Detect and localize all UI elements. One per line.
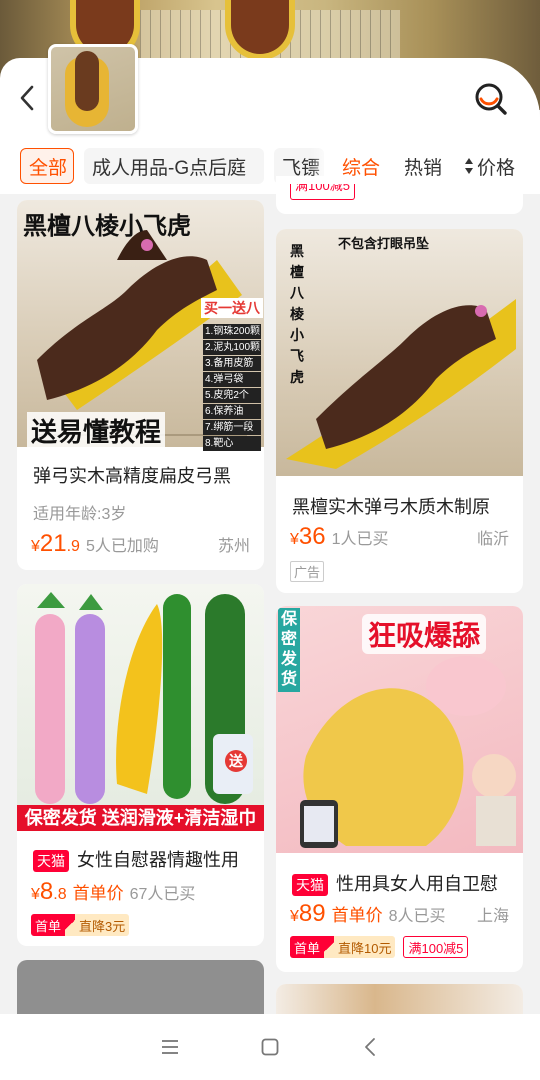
price-int: 8 xyxy=(39,878,54,905)
coupon-value: 直降3元 xyxy=(75,914,130,936)
price-int: 21 xyxy=(39,530,67,557)
home-button[interactable] xyxy=(250,1027,290,1067)
back-triangle-icon xyxy=(365,1038,375,1056)
product-title-text: 女性自慰器情趣性用 xyxy=(77,850,239,870)
price: ¥8.8 xyxy=(31,878,67,906)
first-order-coupon: 首单 直降10元 xyxy=(290,936,396,958)
thumbnail-shape xyxy=(75,51,99,111)
slingshot-illustration xyxy=(286,299,516,469)
image-overlay-bottom: 送易懂教程 xyxy=(27,412,166,449)
glass-toys-illustration xyxy=(35,592,253,804)
product-title: 黑檀实木弹弓木质木制原 xyxy=(292,497,490,517)
price-row: ¥8.8 首单价 67人已买 xyxy=(31,878,250,906)
product-title: 弹弓实木高精度扁皮弓黑 xyxy=(33,466,231,486)
price-row: ¥89 首单价 8人已买 上海 xyxy=(290,900,509,928)
image-search-button[interactable] xyxy=(472,80,510,118)
image-overlay-badge: 送 xyxy=(225,750,247,772)
price-row: ¥21.9 5人已加购 苏州 xyxy=(31,530,250,558)
coupon-label: 首单 xyxy=(290,936,325,958)
price: ¥36 xyxy=(290,523,326,551)
recent-apps-button[interactable] xyxy=(150,1027,190,1067)
overlay-list-item: 3.备用皮筋 xyxy=(203,356,261,371)
first-order-coupon: 首单 直降3元 xyxy=(31,914,130,936)
overlay-list-item: 8.靶心 xyxy=(203,436,261,451)
price: ¥89 xyxy=(290,900,326,928)
location: 苏州 xyxy=(217,538,250,555)
system-navbar xyxy=(0,1014,540,1080)
image-overlay-list: 1.钢珠200颗 2.泥丸100颗 3.备用皮筋 4.弹弓袋 5.皮兜2个 6.… xyxy=(203,324,261,451)
back-chevron-icon xyxy=(20,85,34,111)
image-overlay-title: 黑檀八棱小飞虎 xyxy=(23,213,191,240)
first-price-label: 首单价 xyxy=(331,906,383,925)
image-overlay-side: 保密发货 xyxy=(278,608,300,692)
back-button[interactable] xyxy=(12,80,42,116)
image-overlay-title: 狂吸爆舔 xyxy=(362,614,487,654)
product-card[interactable]: 不包含打眼吊坠 黑檀八棱小飞虎 黑檀实木弹弓木质木制原 ¥36 1人已买 临沂 … xyxy=(276,229,523,593)
system-back-button[interactable] xyxy=(350,1027,390,1067)
coupon-partial: 满100减5 xyxy=(290,184,355,200)
product-card[interactable]: 保密发货 狂吸爆舔 天猫 性用具女人用自卫慰 ¥89 首单价 8人已买 上海 首单… xyxy=(276,606,523,972)
sold-count: 67人已买 xyxy=(129,886,196,903)
coupon-label: 首单 xyxy=(31,914,66,936)
price-int: 89 xyxy=(298,900,326,927)
product-image: 送 保密发货 送润滑液+清洁湿巾 xyxy=(17,584,264,831)
price-dec: .9 xyxy=(66,538,80,555)
image-overlay-side: 黑檀八棱小飞虎 xyxy=(290,243,304,385)
product-card[interactable]: 黑檀八棱小飞虎 买一送八 1.钢珠200颗 2.泥丸100颗 3.备用皮筋 4.… xyxy=(17,200,264,570)
header: 全部 成人用品-G点后庭 飞镖 综合 热销 价格 xyxy=(0,44,540,194)
search-image-thumbnail[interactable] xyxy=(48,44,138,134)
price-symbol: ¥ xyxy=(31,886,40,903)
product-card-partial[interactable]: 满100减5 xyxy=(276,176,523,214)
product-title: 天猫 性用具女人用自卫慰 xyxy=(292,870,517,897)
image-overlay-badge: 买一送八 xyxy=(201,298,263,318)
product-card[interactable]: 送 保密发货 送润滑液+清洁湿巾 天猫 女性自慰器情趣性用 ¥8.8 首单价 67… xyxy=(17,584,264,946)
product-title: 天猫 女性自慰器情趣性用 xyxy=(33,846,258,873)
product-age: 适用年龄:3岁 xyxy=(33,506,127,523)
screen: 全部 成人用品-G点后庭 飞镖 综合 热销 价格 满100减5 黑檀八棱小飞虎 xyxy=(0,0,540,1080)
overlay-list-item: 1.钢珠200颗 xyxy=(203,324,261,339)
location: 临沂 xyxy=(476,531,509,548)
image-overlay-bottom: 保密发货 送润滑液+清洁湿巾 xyxy=(17,805,264,831)
price-symbol: ¥ xyxy=(31,538,40,555)
chip-all[interactable]: 全部 xyxy=(20,148,74,184)
search-lens-icon xyxy=(475,83,507,115)
price: ¥21.9 xyxy=(31,530,80,558)
ad-tag: 广告 xyxy=(290,561,325,582)
tmall-badge: 天猫 xyxy=(33,850,69,873)
overlay-list-item: 5.皮兜2个 xyxy=(203,388,261,403)
menu-icon xyxy=(162,1040,178,1054)
price-dec: .8 xyxy=(53,886,67,903)
location: 上海 xyxy=(476,908,509,925)
sold-count: 1人已买 xyxy=(331,531,389,548)
product-image: 黑檀八棱小飞虎 买一送八 1.钢珠200颗 2.泥丸100颗 3.备用皮筋 4.… xyxy=(17,200,264,451)
sort-arrows-icon xyxy=(464,157,474,175)
product-image: 保密发货 狂吸爆舔 xyxy=(276,606,523,853)
price-symbol: ¥ xyxy=(290,531,299,548)
bolt-icon xyxy=(65,914,76,936)
product-image: 不包含打眼吊坠 黑檀八棱小飞虎 xyxy=(276,229,523,476)
coupon-row: 首单 直降3元 xyxy=(31,914,130,936)
bolt-icon xyxy=(324,936,335,958)
overlay-list-item: 2.泥丸100颗 xyxy=(203,340,261,355)
sold-count: 5人已加购 xyxy=(85,538,159,555)
first-price-label: 首单价 xyxy=(72,884,124,903)
overlay-list-item: 4.弹弓袋 xyxy=(203,372,261,387)
price-int: 36 xyxy=(298,523,326,550)
overlay-list-item: 6.保养油 xyxy=(203,404,261,419)
overlay-list-item: 7.绑筋一段 xyxy=(203,420,261,435)
tmall-badge: 天猫 xyxy=(292,874,328,897)
price-row: ¥36 1人已买 临沂 xyxy=(290,523,509,551)
coupon-row: 首单 直降10元 满100减5 xyxy=(290,936,469,958)
product-title-text: 性用具女人用自卫慰 xyxy=(336,874,498,894)
chip-category[interactable]: 成人用品-G点后庭 xyxy=(84,148,264,184)
sold-count: 8人已买 xyxy=(388,908,446,925)
home-square-icon xyxy=(261,1038,279,1056)
coupon-value: 直降10元 xyxy=(334,936,396,958)
price-symbol: ¥ xyxy=(290,908,299,925)
image-overlay-top: 不包含打眼吊坠 xyxy=(338,236,430,251)
discount-coupon: 满100减5 xyxy=(403,936,469,958)
